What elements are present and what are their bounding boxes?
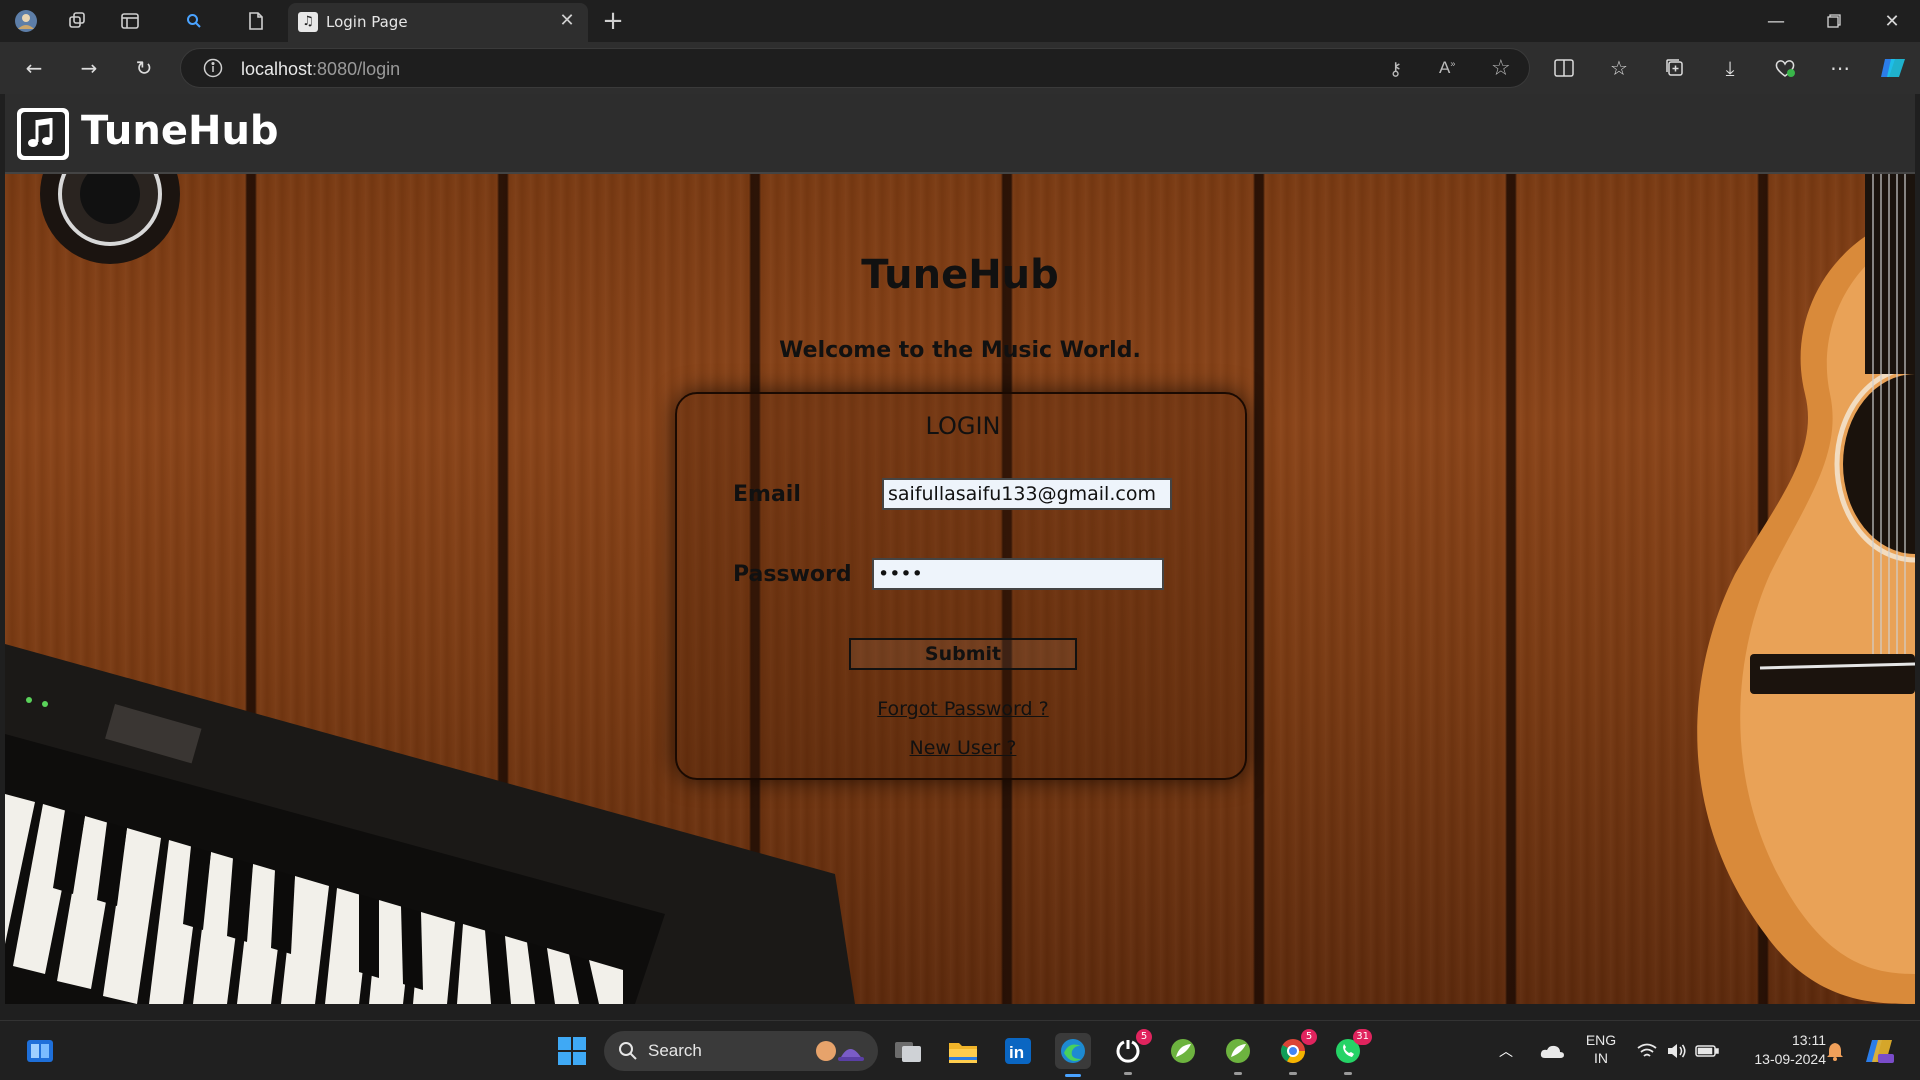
favorites-icon[interactable]: ☆ [1607, 56, 1631, 80]
app-header: TuneHub [5, 94, 1915, 174]
running-indicator [1289, 1072, 1297, 1075]
restore-icon[interactable] [1806, 0, 1862, 42]
browser-tab-bar: ♫ Login Page ✕ + — ✕ [0, 0, 1920, 42]
tab-actions-icon[interactable] [118, 9, 142, 33]
app-brand[interactable]: TuneHub [81, 108, 279, 154]
email-label: Email [733, 482, 801, 507]
workspaces-icon[interactable] [65, 9, 89, 33]
music-note-icon[interactable] [17, 108, 69, 160]
notification-badge: 5 [1301, 1029, 1317, 1045]
running-indicator [1344, 1072, 1352, 1075]
copilot-tray-icon[interactable] [1862, 1033, 1898, 1069]
copilot-app-icon[interactable]: 5 [1110, 1029, 1152, 1075]
linkedin-icon[interactable]: in [1000, 1033, 1036, 1069]
back-icon[interactable]: ← [22, 56, 46, 80]
music-note-icon: ♫ [298, 12, 318, 32]
key-icon[interactable]: ⚷ [1389, 59, 1402, 80]
collections-icon[interactable] [1663, 56, 1687, 80]
file-explorer-icon[interactable] [945, 1033, 981, 1069]
language-code: ENG [1585, 1032, 1617, 1048]
more-menu-icon[interactable]: ⋯ [1828, 56, 1852, 80]
clock-date: 13-09-2024 [1754, 1051, 1826, 1067]
volume-icon[interactable] [1662, 1033, 1692, 1069]
search-tab-icon[interactable] [182, 9, 206, 33]
start-windows-icon[interactable] [554, 1033, 590, 1069]
whatsapp-icon[interactable]: 31 [1330, 1029, 1372, 1075]
taskbar: Search in 5 5 31 ︿ ENG IN 13:11 13-09-20… [0, 1020, 1920, 1080]
hero-subtitle: Welcome to the Music World. [779, 338, 1141, 363]
notification-badge: 5 [1136, 1029, 1152, 1045]
language-indicator[interactable]: ENG IN [1580, 1031, 1622, 1067]
hero-background: TuneHub Welcome to the Music World. LOGI… [5, 174, 1915, 1004]
running-indicator [1124, 1072, 1132, 1075]
notification-badge: 31 [1353, 1029, 1372, 1045]
notification-bell-icon[interactable] [1820, 1033, 1850, 1069]
active-tab[interactable]: ♫ Login Page ✕ [288, 3, 588, 42]
close-window-icon[interactable]: ✕ [1864, 0, 1920, 42]
site-info-icon[interactable] [203, 58, 223, 78]
copilot-icon[interactable] [1878, 56, 1908, 80]
speaker-image [40, 174, 180, 264]
chevron-up-icon[interactable]: ︿ [1494, 1033, 1518, 1069]
region-code: IN [1594, 1050, 1608, 1066]
page-tab-icon[interactable] [244, 9, 268, 33]
close-tab-icon[interactable]: ✕ [556, 10, 578, 32]
browser-toolbar: ← → ↻ localhost:8080/login ⚷ A» ☆ ☆ ⤓ ⋯ [0, 42, 1920, 94]
guitar-image [1697, 174, 1915, 1004]
running-indicator [1234, 1072, 1242, 1075]
taskbar-search-box[interactable]: Search [604, 1031, 878, 1071]
edge-browser-icon[interactable] [1055, 1033, 1091, 1077]
address-bar[interactable]: localhost:8080/login ⚷ A» ☆ [180, 48, 1530, 88]
submit-button[interactable]: Submit [849, 638, 1077, 670]
refresh-icon[interactable]: ↻ [132, 56, 156, 80]
clock[interactable]: 13:11 13-09-2024 [1730, 1031, 1826, 1069]
search-highlight-icon [810, 1037, 870, 1065]
url-host: localhost [241, 59, 313, 79]
favorite-star-icon[interactable]: ☆ [1491, 56, 1511, 81]
battery-icon[interactable] [1692, 1033, 1722, 1069]
wifi-icon[interactable] [1632, 1033, 1662, 1069]
downloads-icon[interactable]: ⤓ [1718, 56, 1742, 80]
minimize-icon[interactable]: — [1748, 0, 1804, 42]
svg-text:in: in [1009, 1043, 1024, 1062]
web-page: TuneHub TuneHub Welcome to the Music Wor… [5, 94, 1915, 1004]
spring-tool-alt-icon[interactable] [1220, 1033, 1256, 1075]
onedrive-cloud-icon[interactable] [1536, 1033, 1568, 1069]
read-aloud-icon[interactable]: A» [1439, 58, 1455, 78]
spring-tool-icon[interactable] [1165, 1033, 1201, 1069]
tab-title: Login Page [326, 13, 408, 31]
password-label: Password [733, 562, 852, 587]
search-label: Search [648, 1041, 702, 1060]
new-tab-icon[interactable]: + [601, 6, 625, 36]
forward-icon[interactable]: → [77, 56, 101, 80]
url-path: :8080/login [312, 59, 401, 79]
task-view-icon[interactable] [890, 1033, 926, 1069]
clock-time: 13:11 [1792, 1032, 1826, 1048]
widgets-icon[interactable] [22, 1033, 58, 1069]
password-field[interactable]: •••• [872, 558, 1164, 590]
chrome-icon[interactable]: 5 [1275, 1029, 1317, 1075]
active-app-underline [1065, 1074, 1081, 1077]
profile-avatar-icon[interactable] [14, 9, 38, 33]
browser-essentials-icon[interactable] [1773, 56, 1797, 80]
url-text[interactable]: localhost:8080/login [241, 59, 400, 80]
forgot-password-link[interactable]: Forgot Password ? [677, 698, 1249, 720]
new-user-link[interactable]: New User ? [677, 737, 1249, 759]
login-card: LOGIN Email Password •••• Submit Forgot … [675, 392, 1247, 780]
email-field[interactable] [882, 478, 1172, 510]
hero-title: TuneHub [861, 252, 1059, 298]
login-title: LOGIN [925, 412, 1001, 440]
search-icon [618, 1041, 638, 1061]
split-screen-icon[interactable] [1552, 56, 1576, 80]
